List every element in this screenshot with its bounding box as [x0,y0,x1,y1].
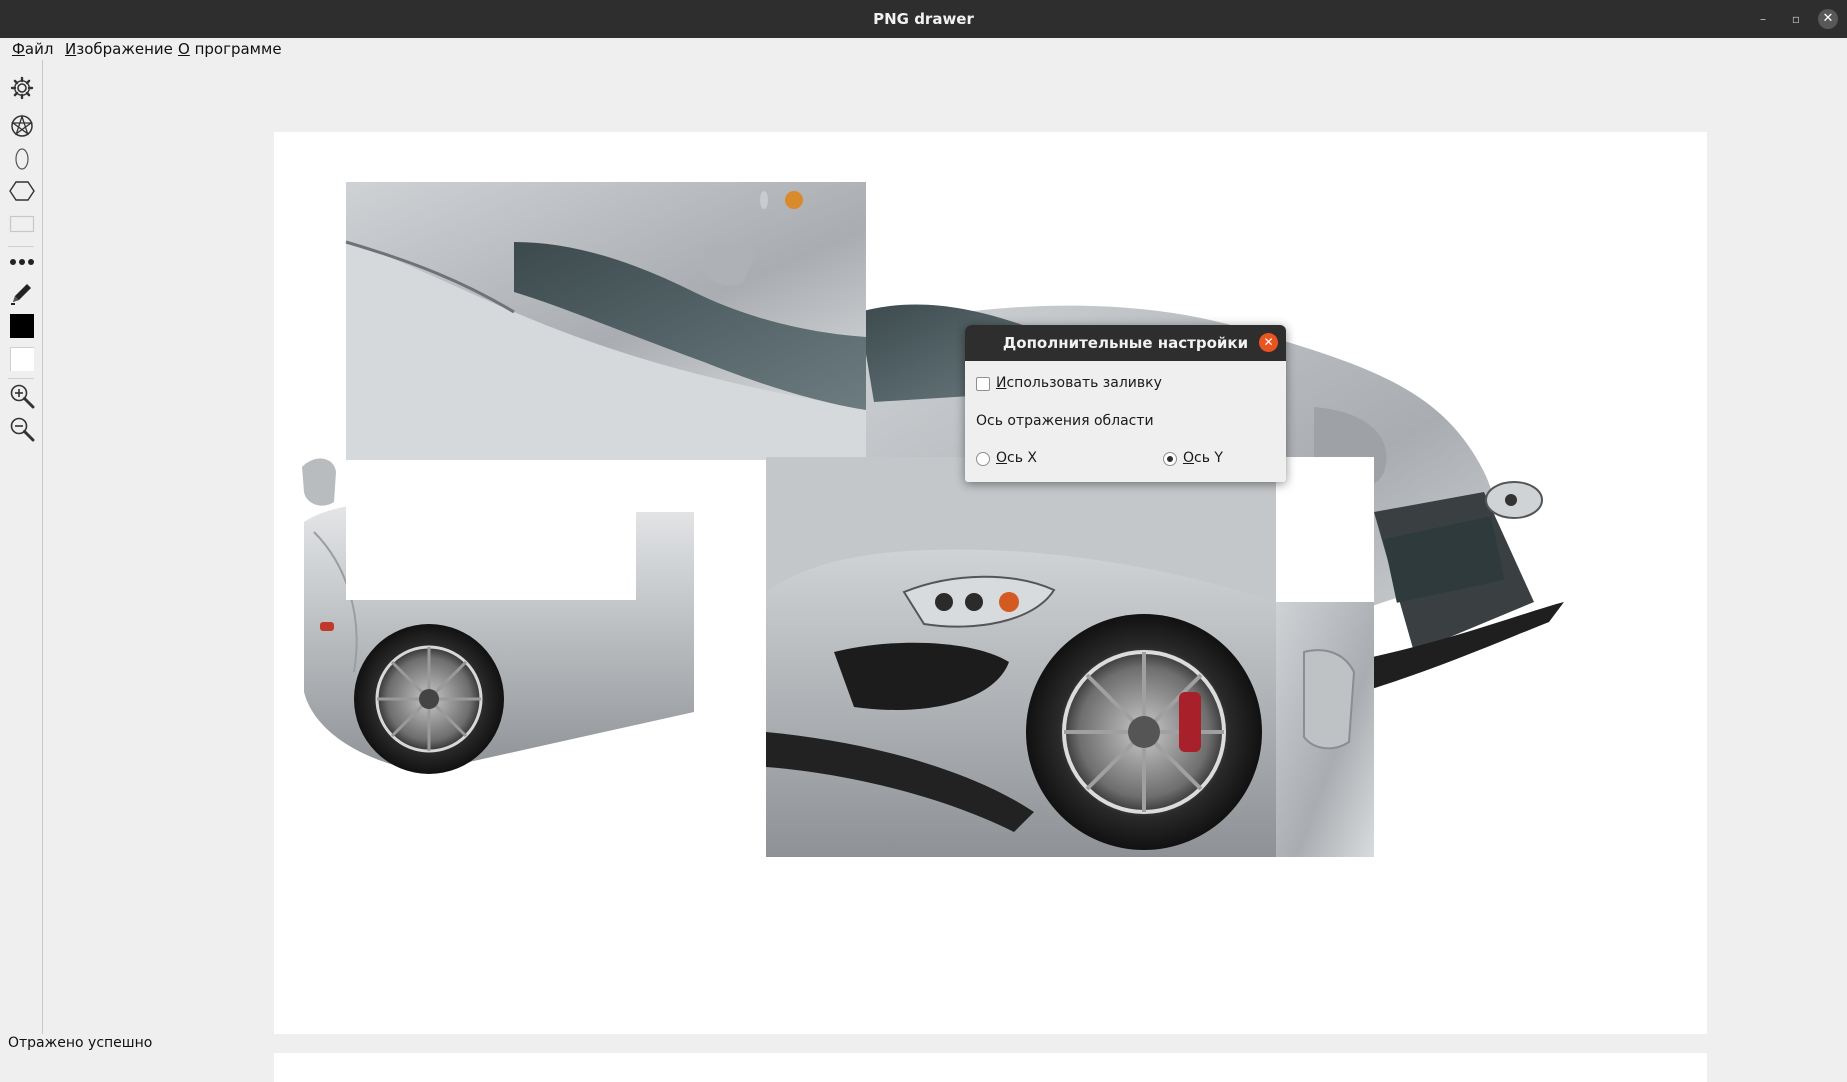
status-bar: Отражено успешно [0,1034,1847,1053]
window-titlebar[interactable]: PNG drawer – ▫ ✕ [0,0,1847,38]
hexagon-icon[interactable] [8,177,36,205]
dialog-title: Дополнительные настройки [965,325,1286,361]
axis-y-text: сь Y [1194,450,1223,466]
toolbar-separator [8,246,34,247]
zoom-in-icon[interactable] [8,382,36,410]
additional-settings-dialog[interactable]: Дополнительные настройки ✕ Использовать … [965,325,1286,482]
axis-x-mnemonic: О [996,450,1008,466]
axis-y-mnemonic: О [1183,450,1195,466]
car-image [302,182,1564,857]
menu-about-label: программе [189,40,282,58]
use-fill-label[interactable]: Использовать заливку [996,375,1162,391]
gear-icon[interactable] [8,74,36,102]
menu-file[interactable]: Файл [12,40,53,58]
menu-image[interactable]: Изображение [65,40,173,58]
menu-file-label: айл [24,40,54,58]
dialog-close-button[interactable]: ✕ [1259,333,1278,352]
canvas-workspace [44,60,1847,1082]
secondary-color-swatch[interactable] [8,345,36,373]
minimize-button[interactable]: – [1753,9,1773,29]
axis-x-label[interactable]: Ось X [996,450,1037,466]
rectangle-icon[interactable] [8,210,36,238]
axis-x-radio[interactable] [976,452,990,466]
toolbar-separator [8,378,34,379]
menu-about[interactable]: О программе [178,40,282,58]
close-window-button[interactable]: ✕ [1818,9,1838,29]
ellipse-icon[interactable] [8,145,36,173]
axis-y-label[interactable]: Ось Y [1183,450,1223,466]
primary-color-swatch[interactable] [8,312,36,340]
pencil-icon[interactable] [8,279,36,307]
window-title: PNG drawer [873,10,974,28]
reflection-axis-label: Ось отражения области [976,413,1154,429]
menu-file-mnemonic: Ф [12,40,25,58]
use-fill-mnemonic: И [996,375,1007,391]
menu-image-mnemonic: И [65,40,77,58]
maximize-button[interactable]: ▫ [1786,9,1806,29]
use-fill-checkbox[interactable] [976,377,990,391]
axis-x-text: сь X [1007,450,1038,466]
zoom-out-icon[interactable] [8,415,36,443]
menu-about-mnemonic: О [178,40,190,58]
axis-y-radio[interactable] [1163,452,1177,466]
line-style-dots-icon[interactable] [8,248,36,276]
drawing-canvas[interactable] [274,132,1707,1082]
pentagram-icon[interactable] [8,112,36,140]
tool-palette [0,60,43,1044]
use-fill-text: спользовать заливку [1006,375,1162,391]
menu-bar: Файл Изображение О программе [0,38,1847,60]
menu-image-label: зображение [76,40,173,58]
